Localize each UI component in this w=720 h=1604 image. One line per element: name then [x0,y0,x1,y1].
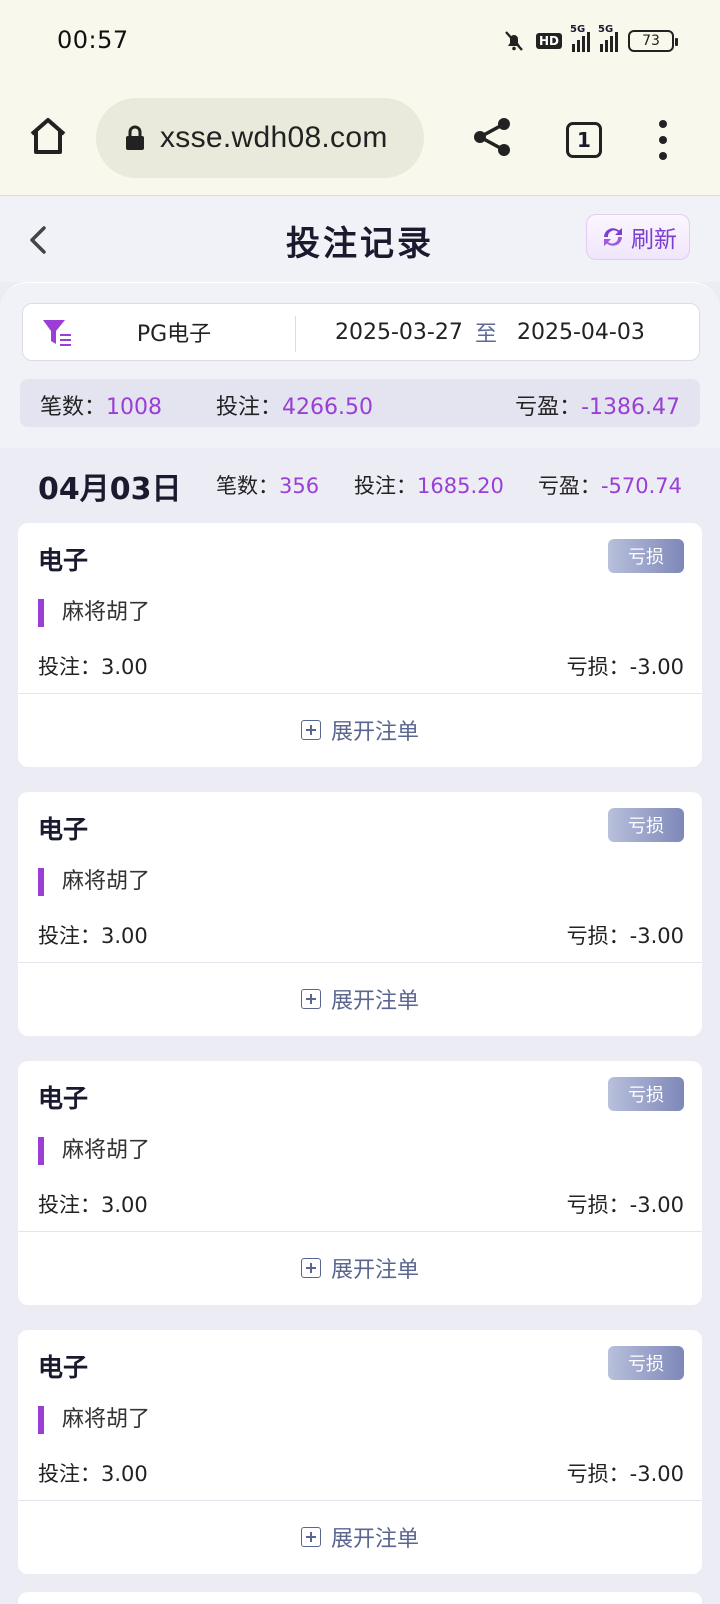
day-header: 04月03日 笔数：356 投注：1685.20 亏盈：-570.74 [0,448,720,520]
refresh-label: 刷新 [631,227,677,253]
status-badge: 亏损 [608,1077,684,1111]
more-menu-icon[interactable] [654,120,672,160]
record-loss: 亏损：-3.00 [566,924,684,948]
game-filter-select[interactable]: PG电子 [83,316,265,348]
summary-bar: 笔数：1008 投注：4266.50 亏盈：-1386.47 [20,379,700,427]
end-date-field[interactable]: 2025-04-03 [517,320,645,345]
day-date: 04月03日 [38,472,182,507]
expand-bet-button[interactable]: 展开注单 [18,1501,702,1573]
filter-section: PG电子 2025-03-27 至 2025-04-03 笔数：1008 投注：… [0,282,720,448]
day-count: 笔数：356 [216,474,320,498]
record-bet: 投注：3.00 [38,1193,148,1217]
filter-divider [295,316,296,352]
signal-5g-icon: 5G [598,24,618,52]
share-icon[interactable] [470,114,516,160]
bet-record-card: 电子 亏损 麻将胡了 投注：3.00 亏损：-3.00 展开注单 [18,792,702,1036]
bet-record-card: 电子 亏损 麻将胡了 投注：3.00 亏损：-3.00 展开注单 [18,1061,702,1305]
page-header: 投注记录 刷新 [0,196,720,282]
record-bet: 投注：3.00 [38,1462,148,1486]
bet-record-card: 电子 亏损 麻将胡了 投注：3.00 亏损：-3.00 展开注单 [18,1330,702,1574]
url-text: xsse.wdh08.com [160,121,388,154]
refresh-button[interactable]: 刷新 [586,214,690,260]
day-bet: 投注：1685.20 [354,474,504,498]
status-badge: 亏损 [608,1346,684,1380]
filter-bar[interactable]: PG电子 2025-03-27 至 2025-04-03 [22,303,700,361]
day-profit: 亏盈：-570.74 [537,474,682,498]
record-loss: 亏损：-3.00 [566,1462,684,1486]
bet-record-card: 电子 亏损 麻将胡了 投注：3.00 亏损：-3.00 展开注单 [18,523,702,767]
summary-profit: 亏盈：-1386.47 [515,395,680,420]
record-bet: 投注：3.00 [38,655,148,679]
expand-label: 展开注单 [330,720,419,745]
filter-icon[interactable] [41,318,73,348]
plus-square-icon [300,1527,321,1547]
url-bar[interactable]: xsse.wdh08.com [96,98,424,178]
battery-icon: 73 [628,30,678,52]
lock-icon [126,125,144,150]
plus-square-icon [300,989,321,1009]
signal-5g-icon: 5G [570,24,590,52]
record-game-name: 麻将胡了 [38,868,150,896]
record-title: 电子 [38,1353,89,1382]
status-badge: 亏损 [608,539,684,573]
expand-label: 展开注单 [330,989,419,1014]
record-bet: 投注：3.00 [38,924,148,948]
plus-square-icon [300,1258,321,1278]
expand-bet-button[interactable]: 展开注单 [18,694,702,766]
status-badge: 亏损 [608,808,684,842]
record-loss: 亏损：-3.00 [566,1193,684,1217]
expand-bet-button[interactable]: 展开注单 [18,1232,702,1304]
record-title: 电子 [38,815,89,844]
summary-bet: 投注：4266.50 [216,395,373,420]
record-title: 电子 [38,1084,89,1113]
record-game-name: 麻将胡了 [38,1137,150,1165]
hd-icon: HD [535,33,562,49]
date-range-separator: 至 [475,322,498,347]
expand-bet-button[interactable]: 展开注单 [18,963,702,1035]
bet-record-card-partial [18,1592,702,1604]
home-icon[interactable] [24,112,72,160]
expand-label: 展开注单 [330,1258,419,1283]
record-game-name: 麻将胡了 [38,599,150,627]
refresh-icon [604,228,622,246]
mute-bell-icon [505,31,523,51]
record-game-name: 麻将胡了 [38,1406,150,1434]
expand-label: 展开注单 [330,1527,419,1552]
record-title: 电子 [38,546,89,575]
browser-chrome: 00:57 HD 5G 5G 73 xsse.wdh08.com 1 [0,0,720,196]
summary-count: 笔数：1008 [40,395,163,420]
record-loss: 亏损：-3.00 [566,655,684,679]
start-date-field[interactable]: 2025-03-27 [335,320,463,345]
plus-square-icon [300,720,321,740]
status-icons: HD 5G 5G 73 [502,24,678,56]
status-time: 00:57 [57,26,129,54]
tabs-button[interactable]: 1 [566,122,602,158]
